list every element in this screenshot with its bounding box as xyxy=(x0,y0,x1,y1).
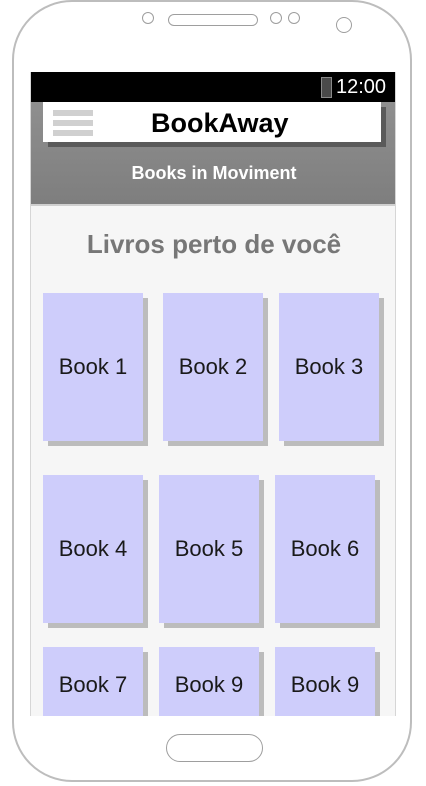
book-label: Book 4 xyxy=(58,536,128,561)
book-label: Book 9 xyxy=(290,672,360,697)
book-tile[interactable]: Book 7 xyxy=(43,647,143,716)
title-bar: BookAway xyxy=(43,102,381,142)
status-time: 12:00 xyxy=(336,76,387,98)
book-label: Book 2 xyxy=(178,354,248,379)
book-label: Book 3 xyxy=(294,354,364,379)
front-camera-icon xyxy=(142,12,154,24)
sensor-icon xyxy=(270,12,282,24)
phone-screen: 12:00 BookAway Books in Moviment Livros … xyxy=(30,72,396,716)
book-tile[interactable]: Book 1 xyxy=(43,293,143,441)
book-label: Book 7 xyxy=(58,672,128,697)
home-button[interactable] xyxy=(166,734,263,762)
book-tile[interactable]: Book 4 xyxy=(43,475,143,623)
status-bar: 12:00 xyxy=(31,72,395,102)
book-tile[interactable]: Book 6 xyxy=(275,475,375,623)
app-title: BookAway xyxy=(151,108,289,138)
proximity-sensor-icon xyxy=(336,17,352,33)
book-tile[interactable]: Book 5 xyxy=(159,475,259,623)
hamburger-menu-icon[interactable] xyxy=(53,110,93,136)
book-label: Book 9 xyxy=(174,672,244,697)
book-label: Book 5 xyxy=(174,536,244,561)
speaker-grille xyxy=(168,14,258,26)
book-tile[interactable]: Book 2 xyxy=(163,293,263,441)
book-tile[interactable]: Book 3 xyxy=(279,293,379,441)
book-label: Book 1 xyxy=(58,354,128,379)
section-heading: Livros perto de você xyxy=(86,229,342,259)
sensor-icon xyxy=(288,12,300,24)
book-tile[interactable]: Book 9 xyxy=(275,647,375,716)
app-subtitle: Books in Moviment xyxy=(131,163,297,183)
book-label: Book 6 xyxy=(290,536,360,561)
book-tile[interactable]: Book 9 xyxy=(159,647,259,716)
battery-icon xyxy=(321,77,332,98)
app-header: BookAway Books in Moviment xyxy=(31,102,395,206)
